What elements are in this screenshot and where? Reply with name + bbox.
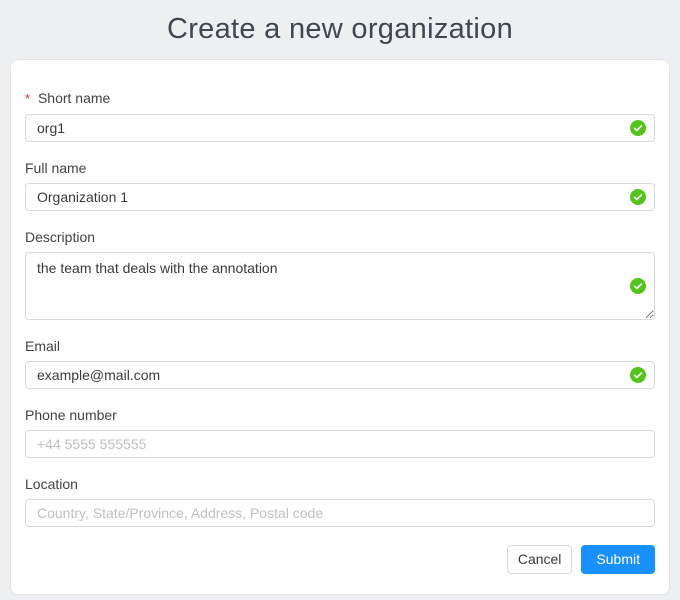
description-label: Description bbox=[25, 229, 655, 245]
cancel-button[interactable]: Cancel bbox=[507, 545, 573, 574]
short-name-label: * Short name bbox=[25, 90, 655, 107]
full-name-label-text: Full name bbox=[25, 160, 86, 176]
email-label: Email bbox=[25, 338, 655, 354]
field-location: Location bbox=[25, 476, 655, 527]
location-control bbox=[25, 499, 655, 527]
page-title: Create a new organization bbox=[167, 13, 513, 46]
description-label-text: Description bbox=[25, 229, 95, 245]
page-header: Create a new organization bbox=[0, 0, 680, 59]
phone-number-input[interactable] bbox=[25, 430, 655, 458]
full-name-control bbox=[25, 183, 655, 211]
short-name-control bbox=[25, 114, 655, 142]
required-asterisk: * bbox=[25, 91, 30, 106]
field-full-name: Full name bbox=[25, 160, 655, 211]
phone-number-control bbox=[25, 430, 655, 458]
email-control bbox=[25, 361, 655, 389]
location-label: Location bbox=[25, 476, 655, 492]
description-control: the team that deals with the annotation bbox=[25, 252, 655, 320]
field-phone-number: Phone number bbox=[25, 407, 655, 458]
full-name-label: Full name bbox=[25, 160, 655, 176]
phone-number-label: Phone number bbox=[25, 407, 655, 423]
short-name-input[interactable] bbox=[25, 114, 655, 142]
field-short-name: * Short name bbox=[25, 90, 655, 142]
location-input[interactable] bbox=[25, 499, 655, 527]
organization-form-card: * Short name Full name Description the t… bbox=[10, 59, 670, 595]
field-description: Description the team that deals with the… bbox=[25, 229, 655, 320]
field-email: Email bbox=[25, 338, 655, 389]
email-input[interactable] bbox=[25, 361, 655, 389]
description-textarea[interactable]: the team that deals with the annotation bbox=[25, 252, 655, 320]
short-name-label-text: Short name bbox=[38, 90, 110, 106]
phone-number-label-text: Phone number bbox=[25, 407, 117, 423]
form-actions: Cancel Submit bbox=[25, 545, 655, 574]
location-label-text: Location bbox=[25, 476, 78, 492]
submit-button[interactable]: Submit bbox=[581, 545, 655, 574]
full-name-input[interactable] bbox=[25, 183, 655, 211]
email-label-text: Email bbox=[25, 338, 60, 354]
